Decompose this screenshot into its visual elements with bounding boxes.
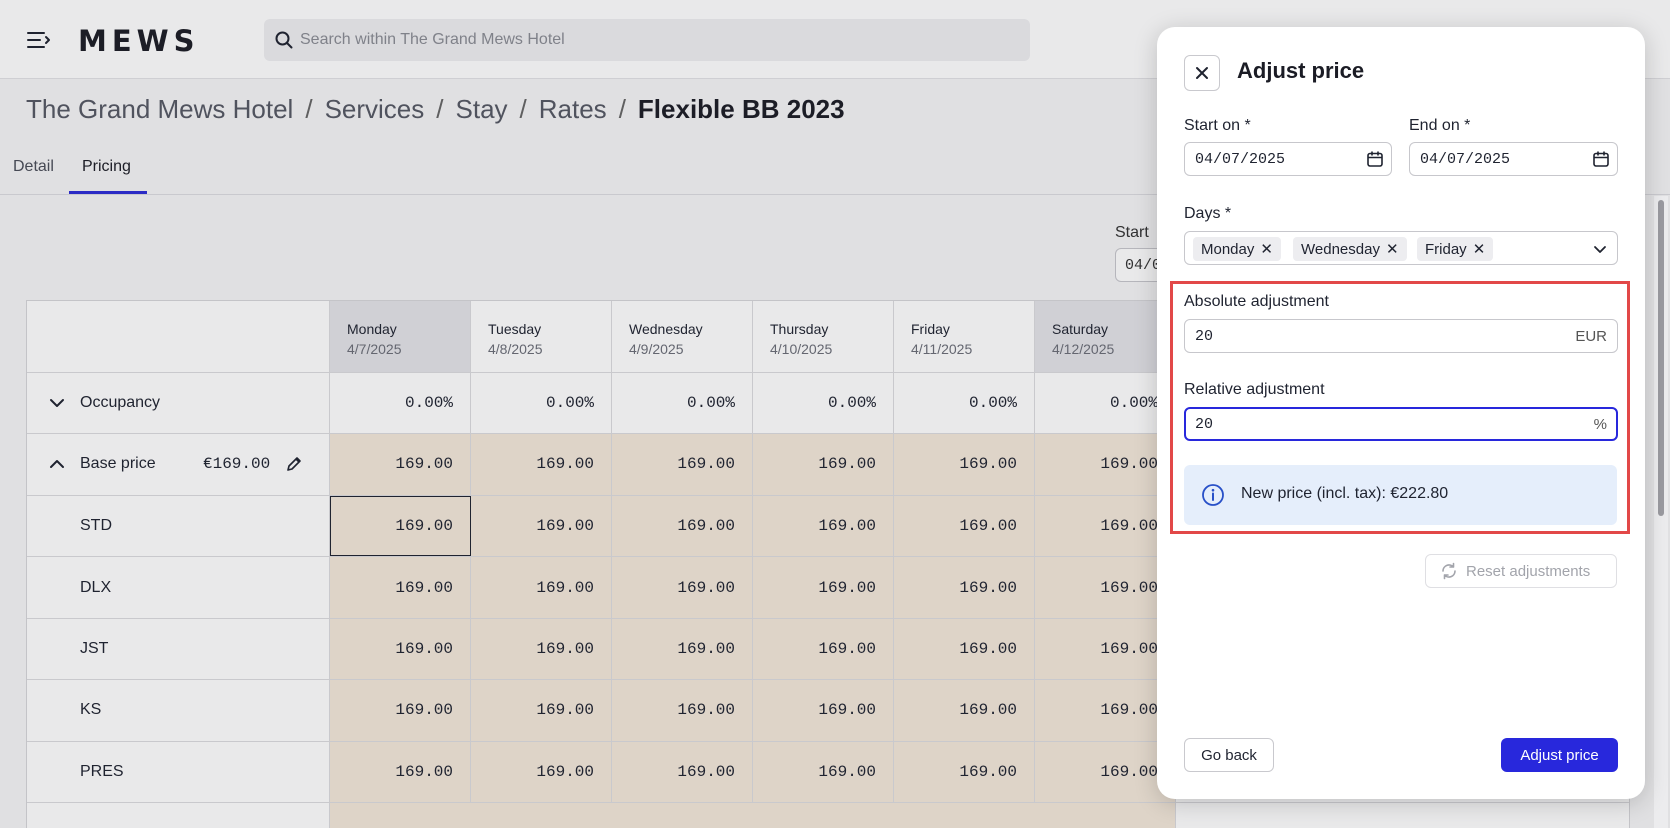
day-chip-label: Wednesday [1301, 241, 1380, 258]
day-chip-friday: Friday ✕ [1417, 237, 1494, 261]
absolute-adjustment-input[interactable] [1185, 320, 1565, 352]
adjust-price-button[interactable]: Adjust price [1501, 738, 1618, 772]
day-chip-label: Monday [1201, 241, 1255, 258]
absolute-adjustment-field[interactable]: EUR [1184, 319, 1618, 353]
calendar-icon[interactable] [1366, 150, 1384, 168]
day-chip-label: Friday [1425, 241, 1467, 258]
relative-adjustment-input[interactable] [1186, 408, 1566, 440]
reset-adjustments-button[interactable]: Reset adjustments [1425, 554, 1617, 588]
day-chip-monday: Monday ✕ [1193, 237, 1281, 261]
panel-title: Adjust price [1237, 58, 1365, 83]
adjust-price-panel: Adjust price Start on * End on * Days * … [1157, 27, 1645, 799]
remove-chip-icon[interactable]: ✕ [1473, 240, 1486, 258]
end-on-field[interactable] [1409, 142, 1618, 176]
day-chip-wednesday: Wednesday ✕ [1293, 237, 1407, 261]
relative-adjustment-field[interactable]: % [1184, 407, 1618, 441]
close-button[interactable] [1184, 55, 1220, 91]
chevron-down-icon[interactable] [1592, 241, 1608, 262]
close-icon [1196, 67, 1208, 79]
remove-chip-icon[interactable]: ✕ [1260, 240, 1273, 258]
start-on-label: Start on * [1184, 117, 1251, 134]
start-on-field[interactable] [1184, 142, 1392, 176]
calendar-icon[interactable] [1592, 150, 1610, 168]
absolute-adjustment-label: Absolute adjustment [1184, 293, 1329, 310]
go-back-button[interactable]: Go back [1184, 738, 1274, 772]
reset-adjustments-label: Reset adjustments [1466, 563, 1591, 580]
end-on-input[interactable] [1410, 143, 1580, 175]
new-price-text: New price (incl. tax): €222.80 [1241, 485, 1449, 502]
scrollbar-thumb[interactable] [1658, 200, 1664, 516]
remove-chip-icon[interactable]: ✕ [1386, 240, 1399, 258]
currency-suffix: EUR [1575, 328, 1607, 345]
start-on-input[interactable] [1185, 143, 1355, 175]
relative-adjustment-label: Relative adjustment [1184, 381, 1325, 398]
new-price-info: New price (incl. tax): €222.80 [1184, 465, 1617, 525]
percent-suffix: % [1593, 416, 1607, 433]
end-on-label: End on * [1409, 117, 1471, 134]
refresh-icon [1440, 562, 1458, 580]
days-select[interactable]: Monday ✕ Wednesday ✕ Friday ✕ [1184, 231, 1618, 265]
days-label: Days * [1184, 205, 1232, 222]
info-icon [1201, 483, 1225, 507]
